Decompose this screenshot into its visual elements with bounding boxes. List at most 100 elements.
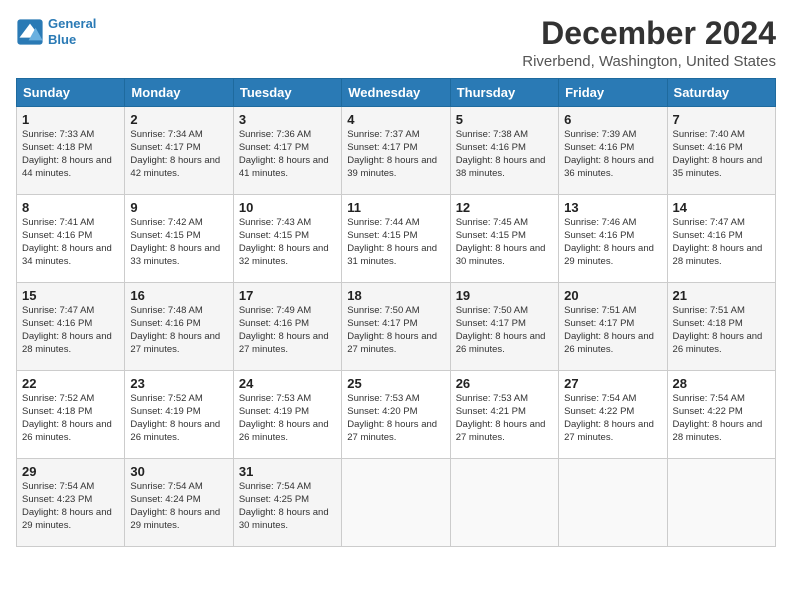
day-number: 25 [347, 376, 444, 391]
day-number: 21 [673, 288, 770, 303]
logo-icon [16, 18, 44, 46]
day-number: 9 [130, 200, 227, 215]
day-detail: Sunrise: 7:41 AMSunset: 4:16 PMDaylight:… [22, 217, 119, 268]
calendar-day-cell: 4 Sunrise: 7:37 AMSunset: 4:17 PMDaylight… [342, 107, 450, 195]
day-detail: Sunrise: 7:53 AMSunset: 4:20 PMDaylight:… [347, 393, 444, 444]
calendar-day-cell: 13Sunrise: 7:46 AMSunset: 4:16 PMDayligh… [559, 195, 667, 283]
weekday-header-cell: Saturday [667, 79, 775, 107]
calendar-day-cell: 11 Sunrise: 7:44 AMSunset: 4:15 PMDayligh… [342, 195, 450, 283]
day-number: 5 [456, 112, 553, 127]
day-number: 4 [347, 112, 444, 127]
calendar-table: SundayMondayTuesdayWednesdayThursdayFrid… [16, 78, 776, 547]
weekday-header-cell: Wednesday [342, 79, 450, 107]
calendar-day-cell [667, 459, 775, 547]
day-detail: Sunrise: 7:45 AMSunset: 4:15 PMDaylight:… [456, 217, 553, 268]
calendar-day-cell: 7Sunrise: 7:40 AMSunset: 4:16 PMDaylight… [667, 107, 775, 195]
calendar-body: 1 Sunrise: 7:33 AMSunset: 4:18 PMDaylight… [17, 107, 776, 547]
day-detail: Sunrise: 7:46 AMSunset: 4:16 PMDaylight:… [564, 217, 661, 268]
day-detail: Sunrise: 7:54 AMSunset: 4:22 PMDaylight:… [564, 393, 661, 444]
day-detail: Sunrise: 7:37 AMSunset: 4:17 PMDaylight:… [347, 129, 444, 180]
calendar-day-cell: 6 Sunrise: 7:39 AMSunset: 4:16 PMDaylight… [559, 107, 667, 195]
day-number: 19 [456, 288, 553, 303]
calendar-day-cell: 20 Sunrise: 7:51 AMSunset: 4:17 PMDayligh… [559, 283, 667, 371]
day-number: 8 [22, 200, 119, 215]
day-detail: Sunrise: 7:47 AMSunset: 4:16 PMDaylight:… [22, 305, 119, 356]
day-detail: Sunrise: 7:50 AMSunset: 4:17 PMDaylight:… [347, 305, 444, 356]
calendar-day-cell [450, 459, 558, 547]
day-detail: Sunrise: 7:53 AMSunset: 4:19 PMDaylight:… [239, 393, 336, 444]
day-number: 1 [22, 112, 119, 127]
calendar-day-cell: 25 Sunrise: 7:53 AMSunset: 4:20 PMDayligh… [342, 371, 450, 459]
day-detail: Sunrise: 7:39 AMSunset: 4:16 PMDaylight:… [564, 129, 661, 180]
day-number: 29 [22, 464, 119, 479]
day-number: 2 [130, 112, 227, 127]
day-detail: Sunrise: 7:50 AMSunset: 4:17 PMDaylight:… [456, 305, 553, 356]
day-number: 18 [347, 288, 444, 303]
day-detail: Sunrise: 7:54 AMSunset: 4:25 PMDaylight:… [239, 481, 336, 532]
calendar-day-cell: 8 Sunrise: 7:41 AMSunset: 4:16 PMDaylight… [17, 195, 125, 283]
calendar-day-cell: 16 Sunrise: 7:48 AMSunset: 4:16 PMDayligh… [125, 283, 233, 371]
calendar-day-cell: 18 Sunrise: 7:50 AMSunset: 4:17 PMDayligh… [342, 283, 450, 371]
day-detail: Sunrise: 7:43 AMSunset: 4:15 PMDaylight:… [239, 217, 336, 268]
weekday-header-cell: Tuesday [233, 79, 341, 107]
day-detail: Sunrise: 7:42 AMSunset: 4:15 PMDaylight:… [130, 217, 227, 268]
calendar-day-cell: 2 Sunrise: 7:34 AMSunset: 4:17 PMDaylight… [125, 107, 233, 195]
day-number: 3 [239, 112, 336, 127]
day-detail: Sunrise: 7:36 AMSunset: 4:17 PMDaylight:… [239, 129, 336, 180]
calendar-day-cell: 30Sunrise: 7:54 AMSunset: 4:24 PMDayligh… [125, 459, 233, 547]
day-detail: Sunrise: 7:48 AMSunset: 4:16 PMDaylight:… [130, 305, 227, 356]
calendar-week-row: 29 Sunrise: 7:54 AMSunset: 4:23 PMDayligh… [17, 459, 776, 547]
day-detail: Sunrise: 7:44 AMSunset: 4:15 PMDaylight:… [347, 217, 444, 268]
calendar-day-cell: 24 Sunrise: 7:53 AMSunset: 4:19 PMDayligh… [233, 371, 341, 459]
calendar-week-row: 22 Sunrise: 7:52 AMSunset: 4:18 PMDayligh… [17, 371, 776, 459]
day-detail: Sunrise: 7:33 AMSunset: 4:18 PMDaylight:… [22, 129, 119, 180]
calendar-day-cell: 29 Sunrise: 7:54 AMSunset: 4:23 PMDayligh… [17, 459, 125, 547]
day-number: 28 [673, 376, 770, 391]
day-number: 10 [239, 200, 336, 215]
day-number: 23 [130, 376, 227, 391]
calendar-day-cell: 21 Sunrise: 7:51 AMSunset: 4:18 PMDayligh… [667, 283, 775, 371]
day-number: 24 [239, 376, 336, 391]
day-detail: Sunrise: 7:38 AMSunset: 4:16 PMDaylight:… [456, 129, 553, 180]
day-detail: Sunrise: 7:54 AMSunset: 4:23 PMDaylight:… [22, 481, 119, 532]
day-detail: Sunrise: 7:54 AMSunset: 4:22 PMDaylight:… [673, 393, 770, 444]
day-detail: Sunrise: 7:34 AMSunset: 4:17 PMDaylight:… [130, 129, 227, 180]
day-number: 26 [456, 376, 553, 391]
calendar-day-cell: 5 Sunrise: 7:38 AMSunset: 4:16 PMDaylight… [450, 107, 558, 195]
logo-text: General Blue [48, 16, 96, 47]
calendar-day-cell: 28 Sunrise: 7:54 AMSunset: 4:22 PMDayligh… [667, 371, 775, 459]
day-number: 12 [456, 200, 553, 215]
weekday-header-cell: Thursday [450, 79, 558, 107]
day-number: 20 [564, 288, 661, 303]
day-number: 16 [130, 288, 227, 303]
day-detail: Sunrise: 7:54 AMSunset: 4:24 PMDaylight:… [130, 481, 227, 532]
weekday-header-cell: Sunday [17, 79, 125, 107]
day-detail: Sunrise: 7:52 AMSunset: 4:18 PMDaylight:… [22, 393, 119, 444]
day-detail: Sunrise: 7:51 AMSunset: 4:18 PMDaylight:… [673, 305, 770, 356]
calendar-day-cell: 1 Sunrise: 7:33 AMSunset: 4:18 PMDaylight… [17, 107, 125, 195]
day-number: 27 [564, 376, 661, 391]
calendar-day-cell: 3 Sunrise: 7:36 AMSunset: 4:17 PMDaylight… [233, 107, 341, 195]
calendar-day-cell: 14Sunrise: 7:47 AMSunset: 4:16 PMDayligh… [667, 195, 775, 283]
day-number: 6 [564, 112, 661, 127]
day-detail: Sunrise: 7:51 AMSunset: 4:17 PMDaylight:… [564, 305, 661, 356]
day-number: 15 [22, 288, 119, 303]
page-header: General Blue December 2024 Riverbend, Wa… [16, 16, 776, 70]
calendar-day-cell [342, 459, 450, 547]
day-number: 31 [239, 464, 336, 479]
calendar-day-cell: 19 Sunrise: 7:50 AMSunset: 4:17 PMDayligh… [450, 283, 558, 371]
calendar-day-cell: 10 Sunrise: 7:43 AMSunset: 4:15 PMDayligh… [233, 195, 341, 283]
day-number: 22 [22, 376, 119, 391]
day-number: 7 [673, 112, 770, 127]
month-title: December 2024 [522, 16, 776, 51]
calendar-day-cell: 15 Sunrise: 7:47 AMSunset: 4:16 PMDayligh… [17, 283, 125, 371]
location-text: Riverbend, Washington, United States [522, 53, 776, 70]
calendar-day-cell: 12 Sunrise: 7:45 AMSunset: 4:15 PMDayligh… [450, 195, 558, 283]
logo: General Blue [16, 16, 96, 47]
day-number: 11 [347, 200, 444, 215]
calendar-week-row: 1 Sunrise: 7:33 AMSunset: 4:18 PMDaylight… [17, 107, 776, 195]
title-block: December 2024 Riverbend, Washington, Uni… [522, 16, 776, 70]
calendar-day-cell: 22 Sunrise: 7:52 AMSunset: 4:18 PMDayligh… [17, 371, 125, 459]
day-detail: Sunrise: 7:52 AMSunset: 4:19 PMDaylight:… [130, 393, 227, 444]
calendar-week-row: 8 Sunrise: 7:41 AMSunset: 4:16 PMDaylight… [17, 195, 776, 283]
